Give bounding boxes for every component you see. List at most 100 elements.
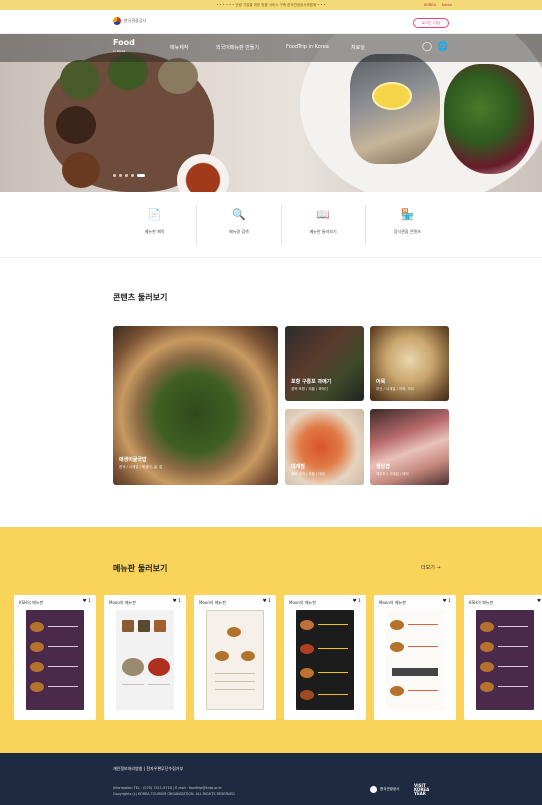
menu-section-title: 메뉴판 둘러보기: [113, 564, 168, 573]
dish-photo: [390, 686, 404, 696]
content-card[interactable]: 어묵 부산 / 사계절 / 어묵, 꼬치: [370, 326, 449, 401]
login-label: 로그인 /가입: [421, 20, 441, 25]
hero-dot[interactable]: [113, 174, 116, 177]
heart-icon[interactable]: ♥ 1: [83, 599, 91, 604]
menu-card-thumbnail: [26, 610, 84, 710]
nav-item-archive[interactable]: 자료실: [351, 44, 365, 51]
more-link[interactable]: 더보기 →: [421, 564, 441, 571]
footer-copyright: Copyrights (c) KOREA TOURISM ORGANIZATIO…: [113, 791, 235, 796]
content-card-sub: 부산 / 사계절 / 어묵, 꼬치: [376, 387, 415, 391]
dish-photo: [215, 651, 229, 661]
menu-line: [392, 668, 438, 676]
menu-card[interactable]: Moon의 메뉴판 ♥ 1: [194, 595, 276, 720]
dish-photo: [480, 622, 494, 632]
menu-line: [215, 681, 255, 683]
dish-photo: [480, 682, 494, 692]
dish-photo: [390, 642, 404, 652]
content-card-caption: 어묵 부산 / 사계절 / 어묵, 꼬치: [376, 378, 414, 392]
nav-item-foodtrip[interactable]: FoodTrip in Korea: [286, 44, 329, 50]
quick-link-menu-browse[interactable]: 📖 메뉴판 둘러보기: [282, 205, 366, 245]
dish-photo: [138, 620, 150, 632]
heart-icon[interactable]: ♥ 1: [263, 599, 271, 604]
taeguk-icon: [370, 786, 377, 793]
menu-search-icon: 🔍: [232, 207, 246, 221]
content-card-large[interactable]: 매생이굴국밥 한국 / 사계절 / 매생이, 굴, 밥: [113, 326, 278, 485]
menu-card-likes: 1: [358, 599, 361, 604]
menu-card[interactable]: Moon의 메뉴판 ♥ 1: [284, 595, 366, 720]
site-logo[interactable]: Food in Korea: [113, 39, 135, 55]
nav-item-menu-make[interactable]: 메뉴제작: [170, 44, 188, 51]
content-card[interactable]: 포항 구룡포 과메기 경북 포항 / 겨울 / 과메기: [285, 326, 364, 401]
heart-icon[interactable]: ♥ 1: [353, 599, 361, 604]
menu-card[interactable]: Moon의 메뉴판 ♥ 1: [374, 595, 456, 720]
menu-line: [48, 666, 78, 668]
content-card-caption: 대게찜 경북 영덕 / 겨울 / 대게: [291, 463, 325, 477]
content-card[interactable]: 대게찜 경북 영덕 / 겨울 / 대게: [285, 409, 364, 485]
footer-info: Information TEL : (070) 7511-9718 | E-ma…: [113, 786, 235, 797]
footer-contact: Information TEL : (070) 7511-9718 | E-ma…: [113, 786, 222, 790]
menu-card-thumbnail: [476, 610, 534, 710]
footer-org-name: 한국관광공사: [380, 787, 400, 791]
hero-dot[interactable]: [125, 174, 128, 177]
dish-photo: [122, 620, 134, 632]
taeguk-icon: [113, 17, 121, 25]
footer-org-logo: 한국관광공사: [370, 786, 399, 793]
top-extra-2: Korea: [441, 3, 452, 7]
hero-dot[interactable]: [131, 174, 134, 177]
menu-card-likes: 1: [268, 599, 271, 604]
heart-icon[interactable]: ♥ 1: [173, 599, 181, 604]
user-icon[interactable]: ◯: [422, 42, 432, 52]
menu-card-owner: KSH의 메뉴판: [469, 600, 494, 605]
menu-card-owner: KSH의 메뉴판: [19, 600, 44, 605]
content-card-title: 생삼겹: [376, 464, 390, 470]
content-card-caption: 포항 구룡포 과메기 경북 포항 / 겨울 / 과메기: [291, 378, 331, 392]
menu-card[interactable]: KSH의 메뉴판 ♥ 1: [14, 595, 96, 720]
brand-bar: 한국관광공사 로그인 /가입: [0, 10, 542, 34]
heart-icon[interactable]: ♥: [537, 599, 541, 604]
menu-card[interactable]: KSH의 메뉴판 ♥: [464, 595, 542, 720]
hero-dot-active[interactable]: [137, 174, 145, 177]
globe-icon[interactable]: 🌐: [437, 42, 448, 52]
content-card-sub: 경북 영덕 / 겨울 / 대게: [291, 472, 325, 476]
hero-pagination[interactable]: [113, 174, 145, 177]
menu-line: [408, 646, 438, 648]
menu-line: [408, 690, 438, 692]
footer-links[interactable]: 개인정보처리방침 | 전자우편무단수집거부: [113, 766, 183, 772]
dish-photo: [122, 658, 144, 676]
menu-card-thumbnail: [296, 610, 354, 710]
menu-card-likes: 1: [448, 599, 451, 604]
top-extra-1: KOREA: [424, 3, 436, 7]
menu-card[interactable]: Moon의 메뉴판 ♥ 1: [104, 595, 186, 720]
content-card[interactable]: 생삼겹 제주도 / 사계절 / 돼지: [370, 409, 449, 485]
dish-photo: [30, 642, 44, 652]
quick-link-menu-make[interactable]: 📄 메뉴판 제작: [113, 205, 198, 245]
hero-dish: [56, 106, 96, 144]
quick-link-food-contents[interactable]: 🏪 음식관광 콘텐츠: [366, 205, 449, 245]
menu-card-thumbnail: [386, 610, 444, 710]
menu-card-likes: 1: [88, 599, 91, 604]
dish-photo: [300, 644, 314, 654]
nav-item-foreign-menu[interactable]: 외국어메뉴판 만들기: [216, 44, 259, 51]
store-icon: 🏪: [400, 207, 415, 221]
login-button[interactable]: 로그인 /가입: [413, 18, 449, 28]
content-card-title: 대게찜: [291, 464, 305, 470]
content-card-title: 어묵: [376, 379, 386, 385]
hero-dish: [60, 60, 100, 100]
menu-line: [318, 648, 348, 650]
content-card-title: 포항 구룡포 과메기: [291, 379, 332, 385]
campaign-line-3: YEAR: [414, 791, 426, 796]
menu-line: [498, 626, 528, 628]
brand-logo[interactable]: 한국관광공사: [113, 17, 146, 25]
menu-line: [48, 686, 78, 688]
hero-dot[interactable]: [119, 174, 122, 177]
content-card-title: 매생이굴국밥: [119, 457, 147, 463]
quick-link-menu-search[interactable]: 🔍 메뉴명 검색: [197, 205, 282, 245]
hero-salad: [444, 64, 534, 174]
content-card-caption: 매생이굴국밥 한국 / 사계절 / 매생이, 굴, 밥: [119, 456, 162, 470]
heart-icon[interactable]: ♥ 1: [443, 599, 451, 604]
top-notice-extra: KOREA Korea: [424, 0, 452, 10]
content-card-sub: 제주도 / 사계절 / 돼지: [376, 472, 409, 476]
menu-line: [48, 646, 78, 648]
quick-link-label: 메뉴판 둘러보기: [309, 229, 337, 234]
menu-line: [498, 666, 528, 668]
